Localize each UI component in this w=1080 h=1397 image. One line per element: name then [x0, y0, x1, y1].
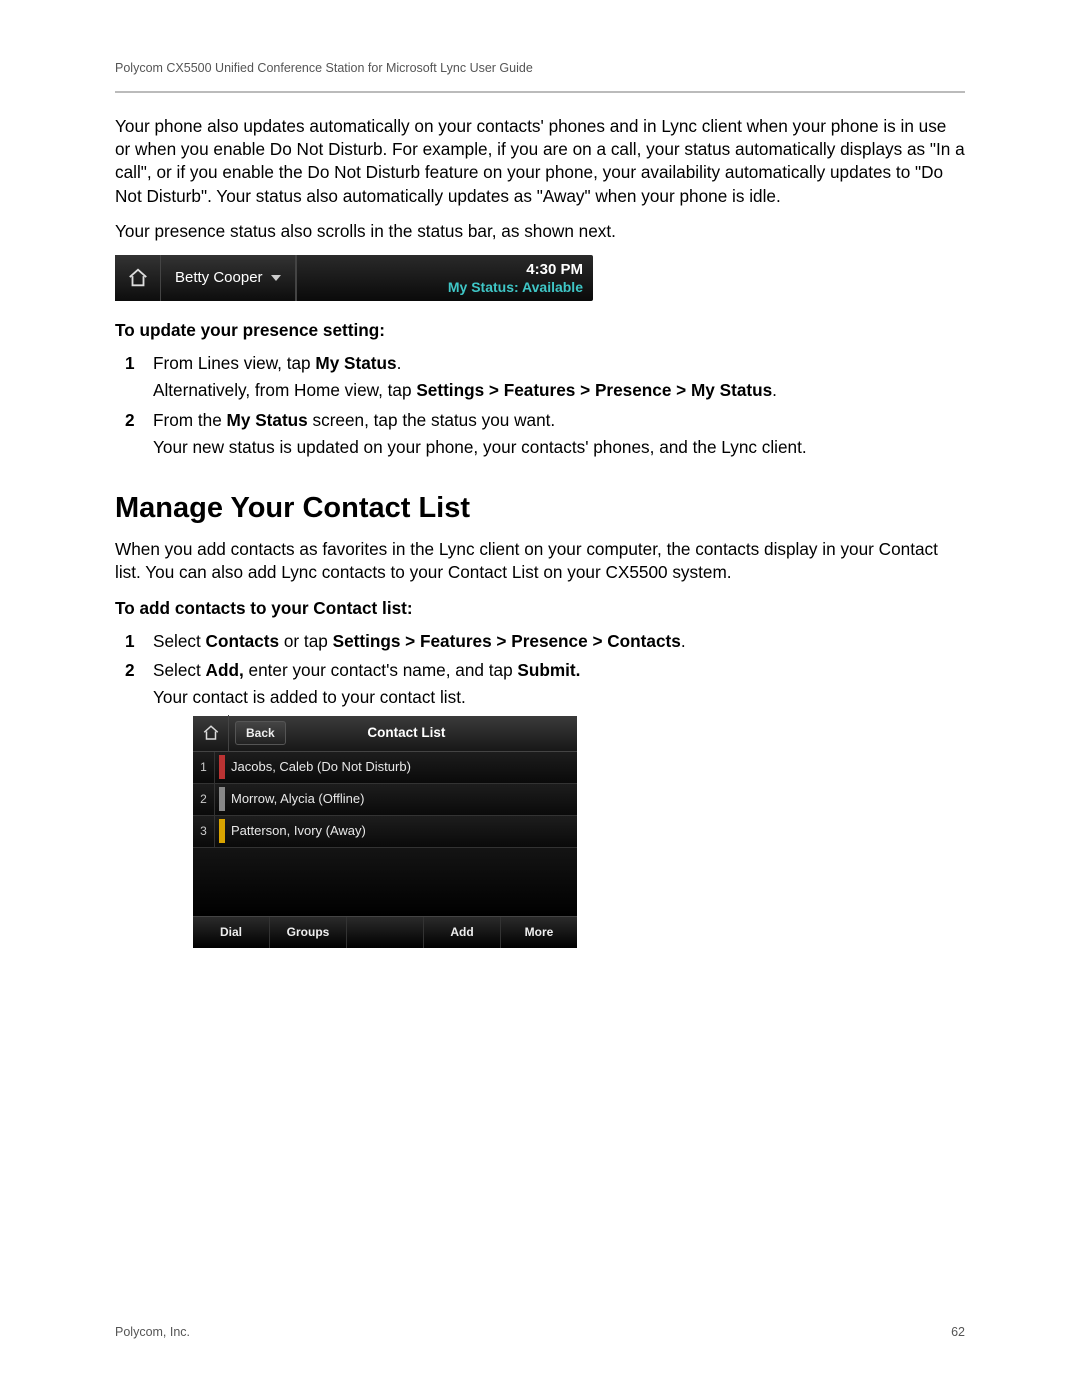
step-2-result: Your contact is added to your contact li… — [153, 686, 965, 709]
softkey-dial: Dial — [193, 917, 270, 948]
step-1: 1 From Lines view, tap My Status. Altern… — [147, 352, 965, 402]
procedure-1-title: To update your presence setting: — [115, 319, 965, 342]
row-index: 1 — [193, 752, 215, 783]
contact-name: Jacobs, Caleb (Do Not Disturb) — [231, 758, 577, 776]
paragraph-intro-1: Your phone also updates automatically on… — [115, 115, 965, 208]
step-2: 2 From the My Status screen, tap the sta… — [147, 409, 965, 459]
contact-list-empty-area — [193, 848, 577, 916]
chevron-down-icon — [271, 275, 281, 281]
step-1-alt: Alternatively, from Home view, tap Setti… — [153, 379, 965, 402]
footer-company: Polycom, Inc. — [115, 1324, 190, 1341]
contact-name: Patterson, Ivory (Away) — [231, 822, 577, 840]
contact-name: Morrow, Alycia (Offline) — [231, 790, 577, 808]
step-2: 2 Select Add, enter your contact's name,… — [147, 659, 965, 947]
status-name-dropdown: Betty Cooper — [161, 255, 296, 301]
step-number: 1 — [125, 352, 135, 375]
status-user-name: Betty Cooper — [175, 268, 263, 288]
page-footer: Polycom, Inc. 62 — [115, 1324, 965, 1341]
header-rule — [115, 91, 965, 93]
step-2-result: Your new status is updated on your phone… — [153, 436, 965, 459]
presence-indicator-dnd — [219, 755, 225, 779]
contact-list-softkeys: Dial Groups . Add More — [193, 916, 577, 948]
softkey-groups: Groups — [270, 917, 347, 948]
status-bar-screenshot: Betty Cooper 4:30 PM My Status: Availabl… — [115, 255, 593, 301]
contact-row: 3 Patterson, Ivory (Away) — [193, 816, 577, 848]
row-index: 2 — [193, 784, 215, 815]
step-number: 2 — [125, 409, 135, 432]
procedure-2-title: To add contacts to your Contact list: — [115, 597, 965, 620]
softkey-more: More — [501, 917, 577, 948]
presence-indicator-offline — [219, 787, 225, 811]
presence-indicator-away — [219, 819, 225, 843]
footer-page-number: 62 — [951, 1324, 965, 1341]
section-heading: Manage Your Contact List — [115, 489, 965, 528]
status-bar-left: Betty Cooper — [115, 255, 297, 301]
status-bar-right: 4:30 PM My Status: Available — [297, 255, 593, 301]
row-index: 3 — [193, 816, 215, 847]
softkey-empty: . — [347, 917, 424, 948]
contact-list-screenshot: Back Contact List 1 Jacobs, Caleb (Do No… — [193, 716, 577, 948]
home-icon — [193, 715, 229, 751]
status-time: 4:30 PM — [526, 261, 583, 278]
contact-list-header: Back Contact List — [193, 716, 577, 752]
contact-row: 2 Morrow, Alycia (Offline) — [193, 784, 577, 816]
doc-header: Polycom CX5500 Unified Conference Statio… — [115, 60, 965, 77]
paragraph-intro-2: Your presence status also scrolls in the… — [115, 220, 965, 243]
home-icon — [115, 255, 161, 301]
procedure-1-steps: 1 From Lines view, tap My Status. Altern… — [115, 352, 965, 459]
paragraph-manage: When you add contacts as favorites in th… — [115, 538, 965, 584]
step-number: 2 — [125, 659, 135, 682]
step-number: 1 — [125, 630, 135, 653]
status-availability: My Status: Available — [448, 279, 583, 295]
step-1: 1 Select Contacts or tap Settings > Feat… — [147, 630, 965, 653]
contact-row: 1 Jacobs, Caleb (Do Not Disturb) — [193, 752, 577, 784]
contact-list-title: Contact List — [236, 724, 577, 742]
procedure-2-steps: 1 Select Contacts or tap Settings > Feat… — [115, 630, 965, 948]
softkey-add: Add — [424, 917, 501, 948]
